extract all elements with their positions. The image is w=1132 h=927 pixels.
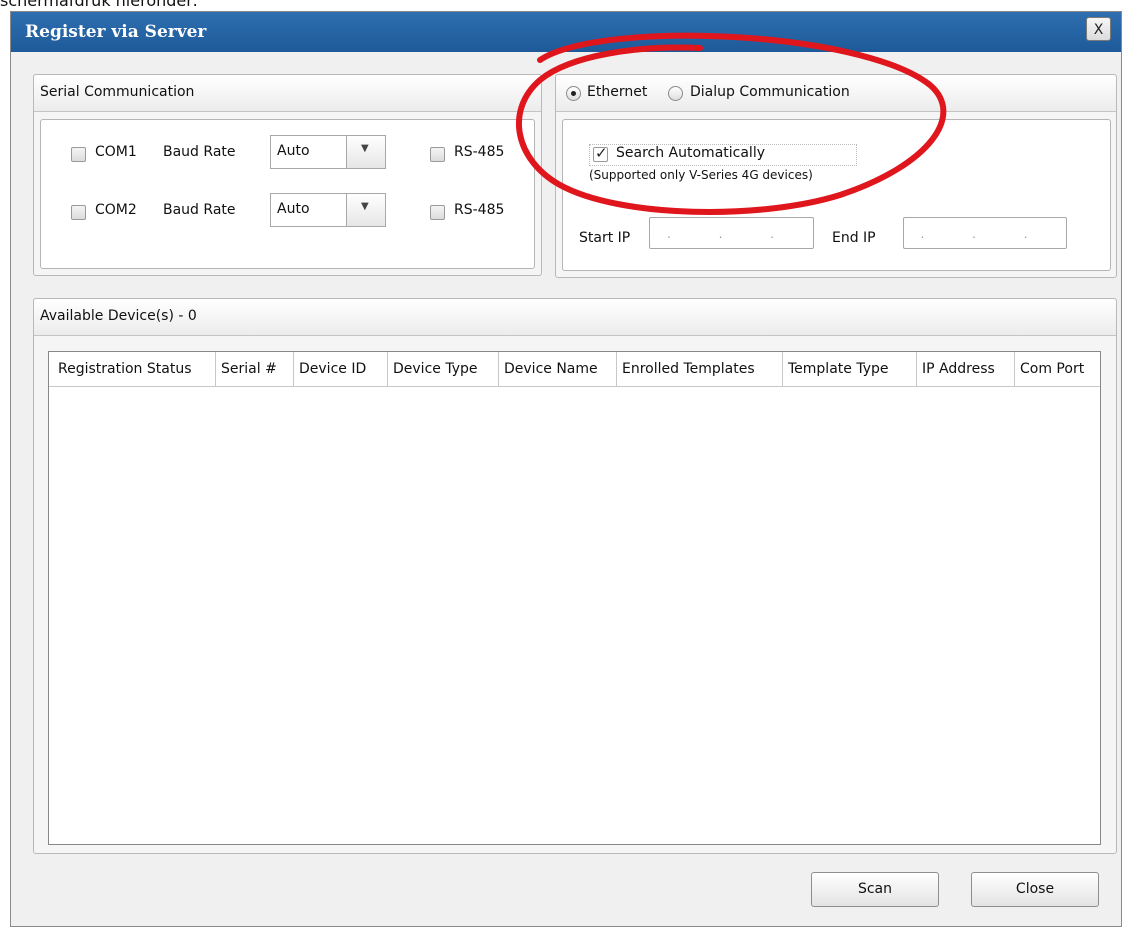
register-dialog: Register via Server X Serial Communicati… xyxy=(10,11,1122,927)
column-enrolled-templates[interactable]: Enrolled Templates xyxy=(617,352,783,386)
column-ip-address[interactable]: IP Address xyxy=(917,352,1015,386)
window-title: Register via Server xyxy=(25,22,207,42)
com2-rs485-label: RS-485 xyxy=(454,202,505,218)
start-ip-label: Start IP xyxy=(579,230,631,246)
com1-checkbox[interactable] xyxy=(71,147,86,162)
devices-group-title: Available Device(s) - 0 xyxy=(40,308,197,324)
network-group-header: Ethernet Dialup Communication xyxy=(556,75,1116,112)
devices-group-header: Available Device(s) - 0 xyxy=(34,299,1116,336)
com1-rs485-checkbox[interactable] xyxy=(430,147,445,162)
devices-table-header: Registration Status Serial # Device ID D… xyxy=(49,352,1100,387)
com2-baud-dropdown[interactable]: ▼ xyxy=(346,194,385,226)
ethernet-label: Ethernet xyxy=(587,84,648,100)
start-ip-input[interactable]: . . . xyxy=(649,217,814,249)
dialup-label: Dialup Communication xyxy=(690,84,850,100)
serial-communication-group: Serial Communication COM1 Baud Rate Auto… xyxy=(33,74,542,276)
scan-button[interactable]: Scan xyxy=(811,872,939,907)
column-device-id[interactable]: Device ID xyxy=(294,352,388,386)
ethernet-settings-box: ✓ Search Automatically (Supported only V… xyxy=(562,119,1111,271)
column-device-type[interactable]: Device Type xyxy=(388,352,499,386)
title-bar: Register via Server X xyxy=(11,12,1121,52)
start-ip-placeholder: . . . xyxy=(666,227,797,241)
search-automatically-checkbox[interactable]: ✓ xyxy=(593,144,608,162)
end-ip-placeholder: . . . xyxy=(920,227,1050,241)
com2-rs485-checkbox[interactable] xyxy=(430,205,445,220)
serial-group-header: Serial Communication xyxy=(34,75,541,112)
com1-baud-select[interactable]: Auto ▼ xyxy=(270,135,386,169)
com2-baud-label: Baud Rate xyxy=(163,202,236,218)
chevron-down-icon: ▼ xyxy=(361,143,369,154)
check-icon: ✓ xyxy=(595,144,608,162)
available-devices-group: Available Device(s) - 0 Registration Sta… xyxy=(33,298,1117,854)
chevron-down-icon: ▼ xyxy=(361,201,369,212)
close-button[interactable]: Close xyxy=(971,872,1099,907)
dialup-radio[interactable] xyxy=(668,86,683,101)
caption-text: schermafdruk hieronder: xyxy=(0,0,198,10)
column-template-type[interactable]: Template Type xyxy=(783,352,917,386)
column-serial[interactable]: Serial # xyxy=(216,352,294,386)
radio-selected-dot xyxy=(571,91,576,96)
search-note: (Supported only V-Series 4G devices) xyxy=(589,168,813,182)
ethernet-radio[interactable] xyxy=(566,86,581,101)
com2-baud-select[interactable]: Auto ▼ xyxy=(270,193,386,227)
com2-label: COM2 xyxy=(95,202,137,218)
network-group: Ethernet Dialup Communication ✓ Search A… xyxy=(555,74,1117,278)
close-window-button[interactable]: X xyxy=(1086,17,1111,41)
com1-rs485-label: RS-485 xyxy=(454,144,505,160)
column-device-name[interactable]: Device Name xyxy=(499,352,617,386)
column-com-port[interactable]: Com Port xyxy=(1015,352,1100,386)
end-ip-input[interactable]: . . . xyxy=(903,217,1067,249)
search-automatically-label: Search Automatically xyxy=(616,145,765,161)
devices-table[interactable]: Registration Status Serial # Device ID D… xyxy=(48,351,1101,845)
end-ip-label: End IP xyxy=(832,230,876,246)
com2-baud-value: Auto xyxy=(277,201,310,217)
column-registration-status[interactable]: Registration Status xyxy=(49,352,216,386)
com1-label: COM1 xyxy=(95,144,137,160)
com1-baud-label: Baud Rate xyxy=(163,144,236,160)
com1-baud-value: Auto xyxy=(277,143,310,159)
serial-settings-box: COM1 Baud Rate Auto ▼ RS-485 COM2 Baud R… xyxy=(40,119,535,269)
com1-baud-dropdown[interactable]: ▼ xyxy=(346,136,385,168)
com2-checkbox[interactable] xyxy=(71,205,86,220)
serial-group-title: Serial Communication xyxy=(40,84,195,100)
